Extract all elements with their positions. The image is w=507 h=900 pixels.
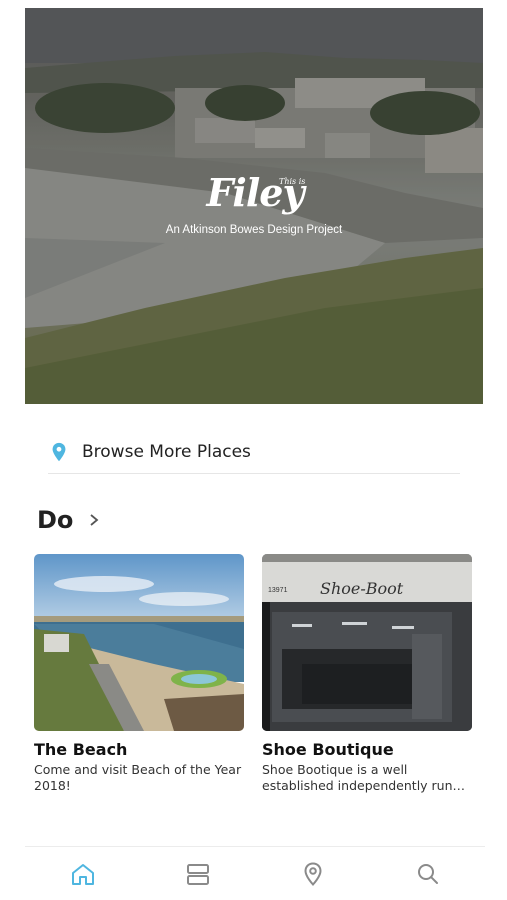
card-shoe-boutique[interactable]: 13971 Shoe-Boot Shoe Boutique Shoe Booti…	[262, 554, 472, 794]
card-the-beach[interactable]: The Beach Come and visit Beach of the Ye…	[34, 554, 244, 794]
home-icon	[71, 863, 94, 885]
tab-list[interactable]	[178, 854, 218, 894]
section-header-do[interactable]: Do	[37, 506, 101, 534]
hero-banner: Filey This is An Atkinson Bowes Design P…	[25, 8, 483, 404]
section-title: Do	[37, 506, 74, 534]
location-pin-icon	[52, 442, 66, 461]
hero-this-is: This is	[279, 177, 306, 186]
bottom-tab-bar	[25, 846, 485, 900]
browse-more-places-button[interactable]: Browse More Places	[48, 436, 460, 474]
card-title: Shoe Boutique	[262, 740, 394, 759]
shop-sign-text: Shoe-Boot	[320, 579, 404, 598]
tab-search[interactable]	[408, 854, 448, 894]
card-description: Come and visit Beach of the Year 2018!	[34, 762, 242, 793]
browse-more-places-label: Browse More Places	[82, 441, 251, 462]
chevron-right-icon	[90, 514, 99, 526]
hero-subtitle: An Atkinson Bowes Design Project	[165, 224, 343, 236]
shop-front-photo: 13971 Shoe-Boot	[262, 554, 472, 731]
card-title: The Beach	[34, 740, 128, 759]
tab-home[interactable]	[63, 854, 103, 894]
beach-photo	[34, 554, 244, 731]
tab-map[interactable]	[293, 854, 333, 894]
shop-sign-number: 13971	[268, 587, 288, 594]
card-description: Shoe Bootique is a well established inde…	[262, 762, 453, 793]
list-icon	[186, 863, 209, 885]
search-icon	[417, 863, 438, 884]
map-pin-icon	[303, 861, 322, 886]
